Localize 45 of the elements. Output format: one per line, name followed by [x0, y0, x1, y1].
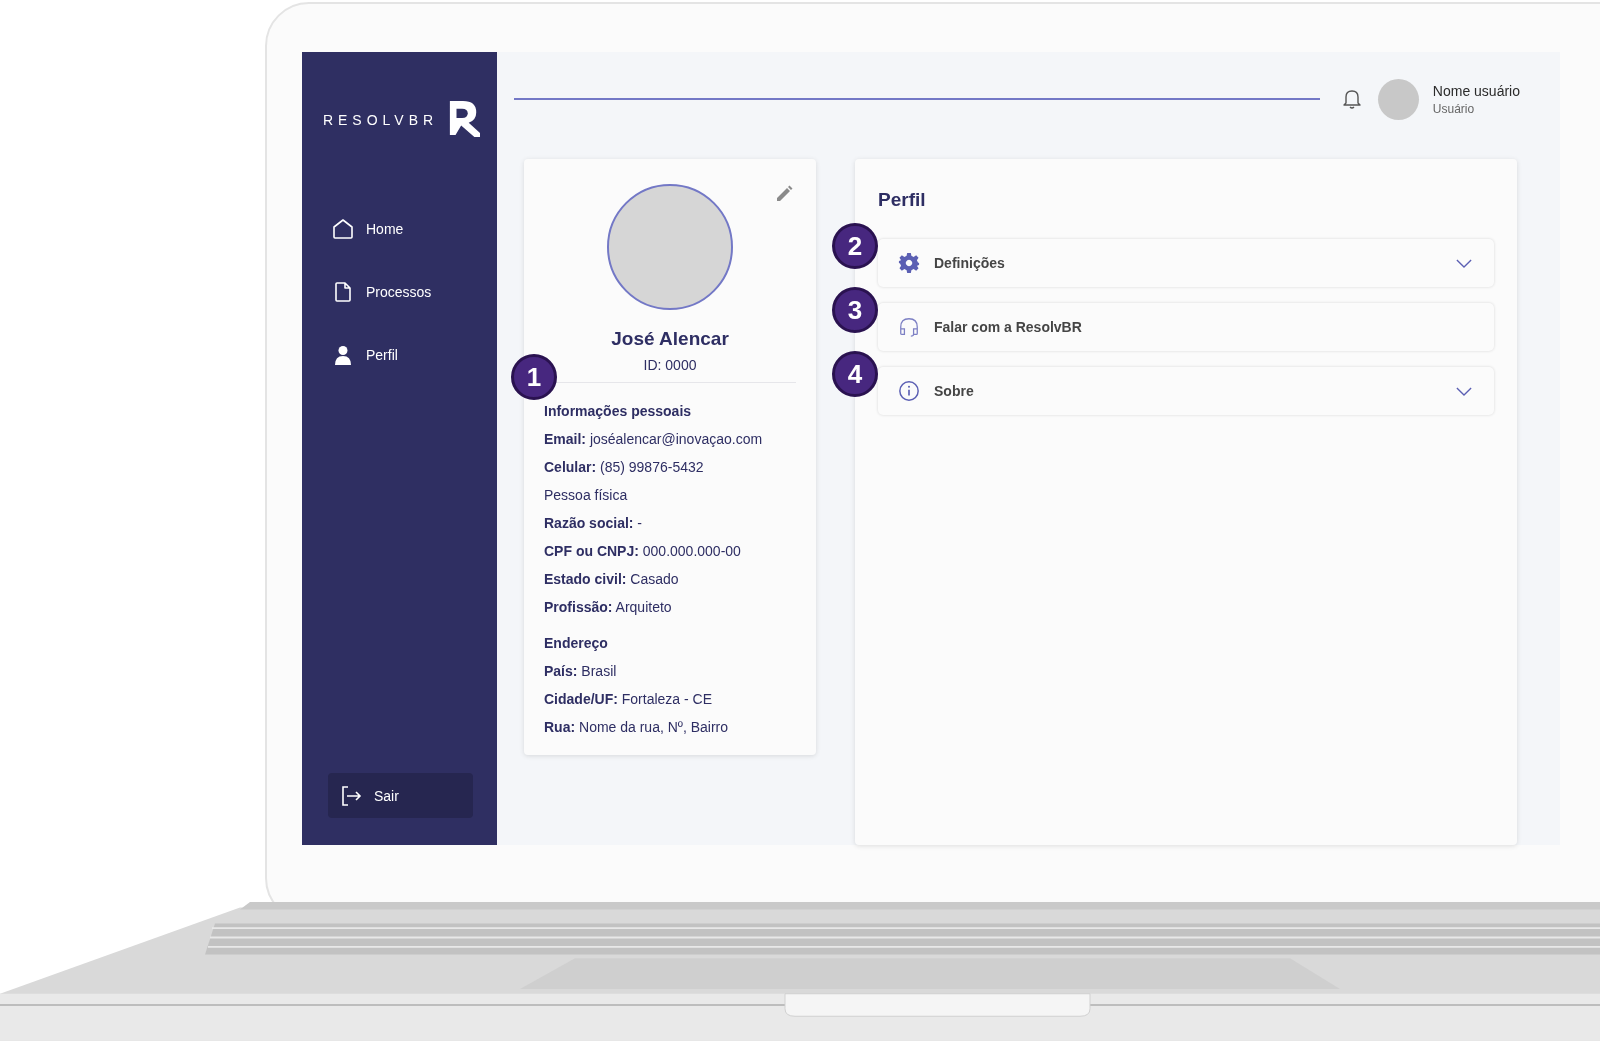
user-role: Usuário	[1432, 101, 1476, 116]
profile-field: Profissão: Arquiteto	[544, 599, 796, 615]
step-badge: 2	[832, 223, 878, 269]
step-badge: 3	[832, 287, 878, 333]
chevron-down-icon[interactable]	[1456, 258, 1472, 268]
profile-field: Pessoa física	[544, 487, 796, 503]
logout-button[interactable]: Sair	[328, 773, 473, 818]
headset-icon	[898, 316, 920, 338]
profile-field: Celular: (85) 99876-5432	[544, 459, 796, 475]
menu-row-label: Falar com a ResolvBR	[934, 319, 1083, 335]
sidebar-item[interactable]: Processos	[332, 281, 432, 303]
menu-row-label: Definições	[934, 255, 1006, 271]
pencil-icon[interactable]	[774, 184, 794, 204]
menu-row[interactable]: Definições	[878, 239, 1494, 287]
profile-field: Razão social: -	[544, 515, 796, 531]
user-name: Nome usuário	[1432, 82, 1520, 99]
user-avatar	[1377, 78, 1419, 120]
chevron-down-icon[interactable]	[1456, 386, 1472, 396]
brand-wordmark: RESOLVBR	[322, 112, 439, 130]
profile-id: ID: 0000	[643, 357, 697, 373]
step-badge: 4	[832, 351, 878, 397]
notification-bell-icon[interactable]	[1341, 88, 1362, 110]
panel-title: Perfil	[878, 189, 927, 211]
step-badge: 1	[511, 354, 557, 400]
sidebar-item[interactable]: Home	[332, 218, 404, 240]
document-icon	[332, 281, 354, 303]
logo-icon	[448, 100, 481, 138]
settings-icon	[898, 252, 920, 274]
logout-icon	[340, 784, 362, 807]
profile-field: Estado civil: Casado	[544, 571, 796, 587]
section-title: Informações pessoais	[544, 403, 693, 419]
menu-row[interactable]: Falar com a ResolvBR	[878, 303, 1494, 351]
profile-field: Rua: Nome da rua, Nº, Bairro	[544, 719, 796, 735]
info-icon	[898, 380, 920, 402]
sidebar-item[interactable]: Perfil	[332, 344, 398, 366]
menu-row-label: Sobre	[934, 383, 975, 399]
menu-row[interactable]: Sobre	[878, 367, 1494, 415]
home-icon	[332, 218, 354, 240]
profile-field: CPF ou CNPJ: 000.000.000-00	[544, 543, 796, 559]
profile-field: Email: joséalencar@inovaçao.com	[544, 431, 796, 447]
profile-name: José Alencar	[611, 328, 729, 350]
profile-field: Cidade/UF: Fortaleza - CE	[544, 691, 796, 707]
profile-field: País: Brasil	[544, 663, 796, 679]
user-icon	[332, 344, 354, 366]
section-title: Endereço	[544, 635, 609, 651]
